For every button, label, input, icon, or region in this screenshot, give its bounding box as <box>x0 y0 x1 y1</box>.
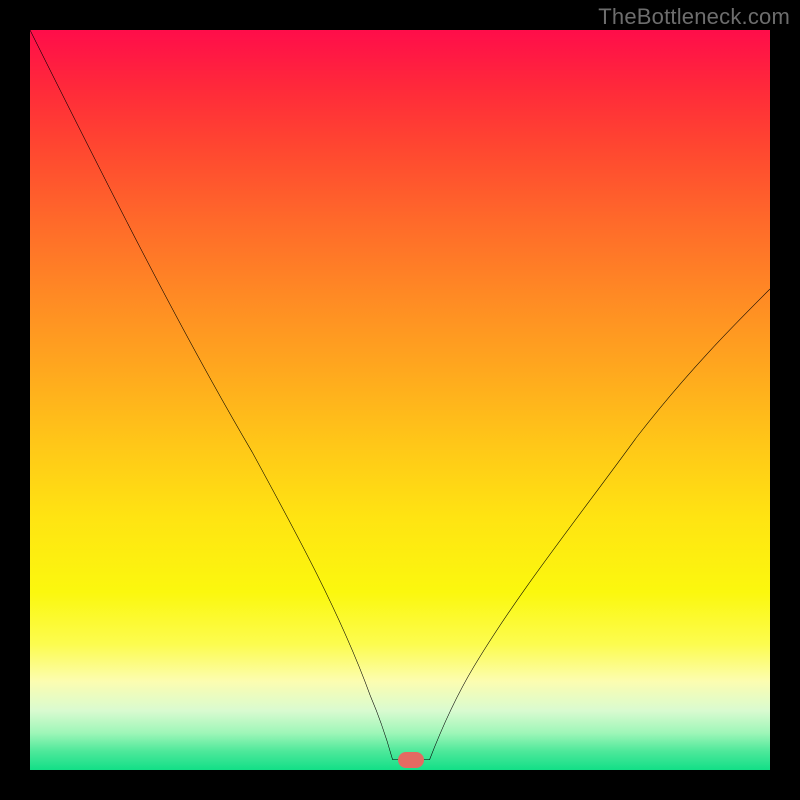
chart-frame: TheBottleneck.com <box>0 0 800 800</box>
watermark-text: TheBottleneck.com <box>598 4 790 30</box>
curve-layer <box>30 30 770 770</box>
bottleneck-curve-path <box>30 30 770 760</box>
minimum-marker <box>398 752 424 768</box>
plot-area <box>30 30 770 770</box>
